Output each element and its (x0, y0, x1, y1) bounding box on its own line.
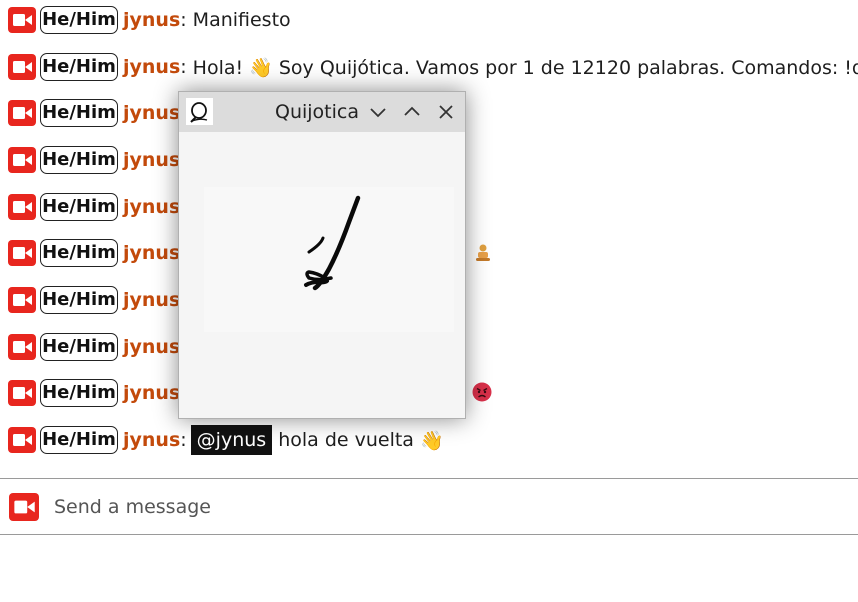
camera-icon[interactable] (9, 493, 39, 521)
separator: : (180, 56, 187, 78)
camera-icon (8, 427, 36, 453)
separator: : (180, 429, 187, 451)
pronoun-badge: He/Him (40, 53, 118, 81)
waving-hand-icon: 👋 (419, 429, 444, 452)
pronoun-badge: He/Him (40, 286, 118, 314)
camera-icon (8, 334, 36, 360)
chat-message: He/Him jynus: Hola! 👋 Soy Quijótica. Vamo… (0, 47, 858, 87)
person-emoji-icon (476, 244, 490, 261)
username[interactable]: jynus (123, 56, 180, 78)
camera-icon (8, 100, 36, 126)
pronoun-badge: He/Him (40, 99, 118, 127)
pronoun-badge: He/Him (40, 6, 118, 34)
camera-icon (8, 7, 36, 33)
camera-icon (8, 147, 36, 173)
username[interactable]: jynus (123, 336, 180, 358)
drawing-canvas[interactable] (179, 132, 465, 418)
message-text: Hola! 👋 Soy Quijótica. Vamos por 1 de 12… (192, 56, 858, 79)
username[interactable]: jynus (123, 242, 180, 264)
separator: : (180, 9, 187, 31)
message-text: hola de vuelta (278, 429, 414, 451)
camera-icon (8, 287, 36, 313)
message-input[interactable] (52, 489, 836, 525)
username[interactable]: jynus (123, 9, 180, 31)
pronoun-badge: He/Him (40, 146, 118, 174)
camera-icon (8, 194, 36, 220)
camera-icon (8, 240, 36, 266)
username[interactable]: jynus (123, 102, 180, 124)
pronoun-badge: He/Him (40, 379, 118, 407)
chat-message: He/Him jynus: @jynus hola de vuelta 👋 (0, 420, 858, 460)
username[interactable]: jynus (123, 196, 180, 218)
close-icon[interactable] (436, 102, 456, 122)
camera-icon (8, 380, 36, 406)
quill-q-icon (186, 98, 213, 125)
window-title: Quijotica (275, 101, 359, 123)
camera-icon (8, 54, 36, 80)
mention-chip[interactable]: @jynus (190, 425, 273, 455)
chevron-up-icon[interactable] (402, 102, 422, 122)
pronoun-badge: He/Him (40, 239, 118, 267)
username[interactable]: jynus (123, 382, 180, 404)
handwritten-one-drawing (304, 195, 361, 291)
chevron-down-icon[interactable] (368, 102, 388, 122)
message-text: Manifiesto (192, 9, 291, 31)
username[interactable]: jynus (123, 149, 180, 171)
pronoun-badge: He/Him (40, 333, 118, 361)
username[interactable]: jynus (123, 429, 180, 451)
pronoun-badge: He/Him (40, 426, 118, 454)
angry-face-icon (472, 382, 492, 402)
message-input-bar (0, 478, 858, 535)
quijotica-window: Quijotica (178, 91, 466, 419)
username[interactable]: jynus (123, 289, 180, 311)
window-titlebar[interactable]: Quijotica (179, 92, 465, 132)
chat-message: He/Him jynus: Manifiesto (0, 0, 858, 40)
pronoun-badge: He/Him (40, 193, 118, 221)
